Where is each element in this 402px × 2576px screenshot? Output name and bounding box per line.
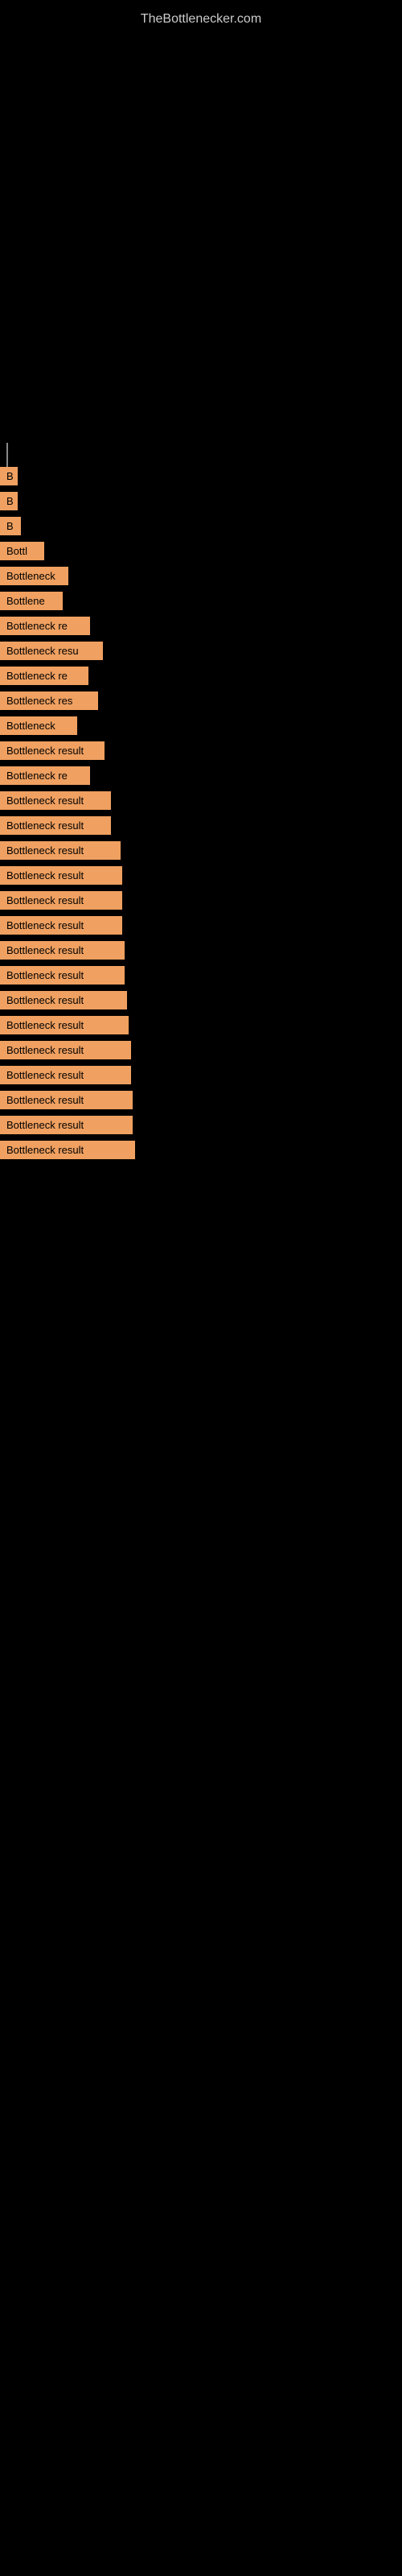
result-item-28[interactable]: Bottleneck result: [0, 1141, 402, 1159]
result-bar-14[interactable]: Bottleneck result: [0, 791, 111, 810]
result-bar-1[interactable]: B: [0, 467, 18, 485]
result-item-16[interactable]: Bottleneck result: [0, 841, 402, 860]
result-bar-25[interactable]: Bottleneck result: [0, 1066, 131, 1084]
result-item-5[interactable]: Bottleneck: [0, 567, 402, 585]
result-item-3[interactable]: B: [0, 517, 402, 535]
result-bar-23[interactable]: Bottleneck result: [0, 1016, 129, 1034]
site-title: TheBottlenecker.com: [0, 4, 402, 35]
result-bar-12[interactable]: Bottleneck result: [0, 741, 105, 760]
result-bar-28[interactable]: Bottleneck result: [0, 1141, 135, 1159]
result-bar-27[interactable]: Bottleneck result: [0, 1116, 133, 1134]
result-item-26[interactable]: Bottleneck result: [0, 1091, 402, 1109]
result-bar-5[interactable]: Bottleneck: [0, 567, 68, 585]
result-bar-18[interactable]: Bottleneck result: [0, 891, 122, 910]
result-item-1[interactable]: B: [0, 467, 402, 485]
result-item-10[interactable]: Bottleneck res: [0, 691, 402, 710]
result-item-2[interactable]: B: [0, 492, 402, 510]
result-item-24[interactable]: Bottleneck result: [0, 1041, 402, 1059]
result-item-21[interactable]: Bottleneck result: [0, 966, 402, 985]
result-item-23[interactable]: Bottleneck result: [0, 1016, 402, 1034]
result-bar-8[interactable]: Bottleneck resu: [0, 642, 103, 660]
result-item-8[interactable]: Bottleneck resu: [0, 642, 402, 660]
result-bar-6[interactable]: Bottlene: [0, 592, 63, 610]
result-bar-20[interactable]: Bottleneck result: [0, 941, 125, 960]
result-bar-11[interactable]: Bottleneck: [0, 716, 77, 735]
result-item-15[interactable]: Bottleneck result: [0, 816, 402, 835]
result-item-14[interactable]: Bottleneck result: [0, 791, 402, 810]
result-item-17[interactable]: Bottleneck result: [0, 866, 402, 885]
result-item-20[interactable]: Bottleneck result: [0, 941, 402, 960]
result-bar-15[interactable]: Bottleneck result: [0, 816, 111, 835]
result-item-9[interactable]: Bottleneck re: [0, 667, 402, 685]
result-item-18[interactable]: Bottleneck result: [0, 891, 402, 910]
result-item-12[interactable]: Bottleneck result: [0, 741, 402, 760]
result-bar-9[interactable]: Bottleneck re: [0, 667, 88, 685]
result-bar-4[interactable]: Bottl: [0, 542, 44, 560]
result-bar-22[interactable]: Bottleneck result: [0, 991, 127, 1009]
result-item-7[interactable]: Bottleneck re: [0, 617, 402, 635]
result-item-13[interactable]: Bottleneck re: [0, 766, 402, 785]
result-bar-3[interactable]: B: [0, 517, 21, 535]
result-bar-10[interactable]: Bottleneck res: [0, 691, 98, 710]
result-bar-17[interactable]: Bottleneck result: [0, 866, 122, 885]
result-bar-19[interactable]: Bottleneck result: [0, 916, 122, 935]
result-item-22[interactable]: Bottleneck result: [0, 991, 402, 1009]
vertical-line: [6, 443, 8, 467]
result-bar-24[interactable]: Bottleneck result: [0, 1041, 131, 1059]
results-container: BBBBottlBottleneckBottleneBottleneck reB…: [0, 467, 402, 1166]
result-bar-26[interactable]: Bottleneck result: [0, 1091, 133, 1109]
result-item-19[interactable]: Bottleneck result: [0, 916, 402, 935]
result-item-11[interactable]: Bottleneck: [0, 716, 402, 735]
result-item-27[interactable]: Bottleneck result: [0, 1116, 402, 1134]
result-bar-21[interactable]: Bottleneck result: [0, 966, 125, 985]
result-bar-2[interactable]: B: [0, 492, 18, 510]
result-item-25[interactable]: Bottleneck result: [0, 1066, 402, 1084]
result-bar-16[interactable]: Bottleneck result: [0, 841, 121, 860]
result-bar-7[interactable]: Bottleneck re: [0, 617, 90, 635]
result-bar-13[interactable]: Bottleneck re: [0, 766, 90, 785]
result-item-6[interactable]: Bottlene: [0, 592, 402, 610]
result-item-4[interactable]: Bottl: [0, 542, 402, 560]
